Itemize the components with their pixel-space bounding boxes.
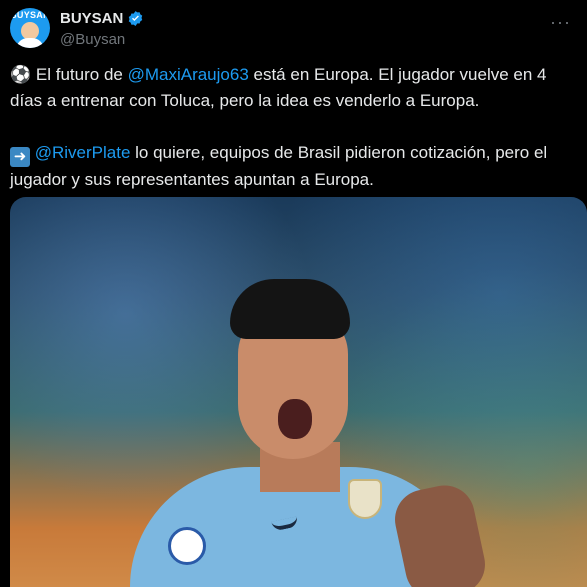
right-arrow-icon: ➜ (10, 147, 30, 167)
avatar[interactable]: BUYSAN (10, 8, 50, 48)
tweet-line1-pre: El futuro de (35, 65, 128, 84)
more-options-icon[interactable]: ··· (550, 12, 571, 33)
mention-riverplate[interactable]: @RiverPlate (35, 143, 131, 162)
tweet-photo[interactable] (10, 197, 587, 587)
name-row: BUYSAN (60, 10, 144, 27)
uruguay-crest-icon (348, 479, 382, 519)
handle[interactable]: @Buysan (60, 31, 125, 48)
avatar-label: BUYSAN (10, 10, 50, 20)
mention-maxiaraujo[interactable]: @MaxiAraujo63 (128, 65, 249, 84)
player-mouth (278, 399, 312, 439)
avatar-body (16, 38, 44, 48)
verified-badge-icon (129, 11, 143, 26)
tweet-text: ⚽ El futuro de @MaxiAraujo63 está en Eur… (10, 62, 577, 193)
tweet-header: BUYSAN BUYSAN @Buysan ··· (10, 8, 577, 52)
display-name[interactable]: BUYSAN (60, 10, 123, 27)
soccer-ball-icon: ⚽ (10, 65, 32, 85)
copa-america-badge-icon (168, 527, 206, 565)
player-hair (230, 279, 350, 339)
